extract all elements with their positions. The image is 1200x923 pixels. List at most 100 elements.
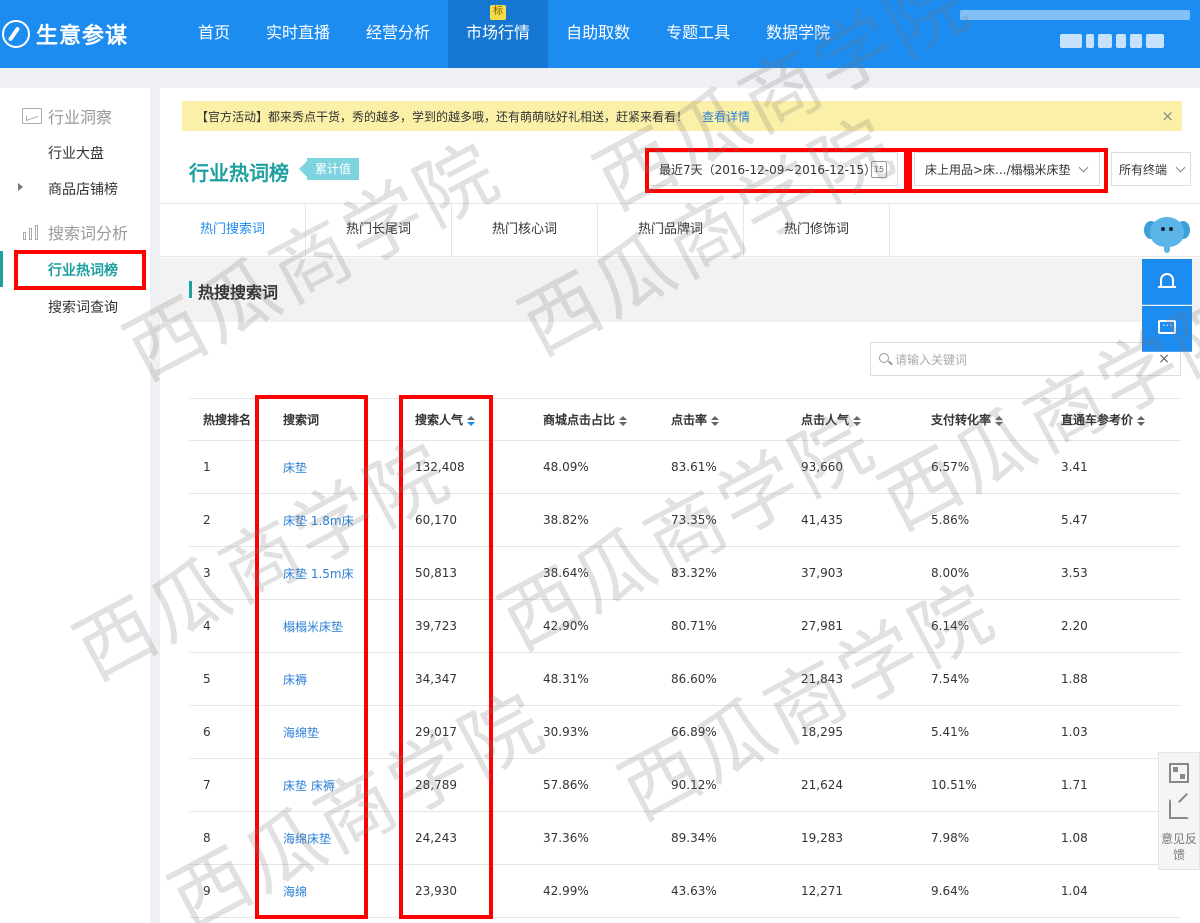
cell-search-popularity: 29,017 bbox=[401, 705, 529, 759]
sort-icon[interactable] bbox=[1137, 415, 1146, 426]
logo-text: 生意参谋 bbox=[36, 24, 129, 49]
col-click-popularity[interactable]: 点击人气 bbox=[787, 398, 917, 441]
date-range-picker[interactable]: 最近7天（2016-12-09~2016-12-15） 15 bbox=[648, 152, 898, 186]
cell-click-popularity: 21,843 bbox=[787, 652, 917, 706]
col-click-rate[interactable]: 点击率 bbox=[657, 398, 787, 441]
cell-rank: 6 bbox=[189, 705, 269, 759]
cell-payment-conversion: 6.57% bbox=[917, 440, 1047, 494]
cell-keyword[interactable]: 床垫 1.8m床 bbox=[269, 493, 401, 547]
search-placeholder: 请输入关键词 bbox=[895, 352, 968, 367]
cell-mall-click-ratio: 30.93% bbox=[529, 705, 657, 759]
user-area-blurred[interactable] bbox=[960, 6, 1190, 56]
cell-click-rate: 83.61% bbox=[657, 440, 787, 494]
sort-icon[interactable] bbox=[853, 415, 862, 426]
sidebar: 行业洞察 行业大盘 商品店铺榜 搜索词分析 行业热词榜 搜索词查询 bbox=[0, 88, 150, 923]
cell-search-popularity: 60,170 bbox=[401, 493, 529, 547]
message-button[interactable] bbox=[1142, 306, 1192, 352]
sidebar-item-search-word-query[interactable]: 搜索词查询 bbox=[48, 297, 118, 317]
mascot-trunk bbox=[1164, 237, 1170, 253]
cell-keyword[interactable]: 海绵 bbox=[269, 864, 401, 918]
terminal-select[interactable]: 所有终端 bbox=[1111, 152, 1191, 186]
cell-keyword[interactable]: 榻榻米床垫 bbox=[269, 599, 401, 653]
side-toolbar: 意见反馈 bbox=[1158, 752, 1200, 870]
nav-market[interactable]: 标 市场行情 bbox=[448, 0, 549, 68]
tab-hot-long-tail-words[interactable]: 热门长尾词 bbox=[306, 204, 452, 256]
sidebar-item-product-shop-rank[interactable]: 商品店铺榜 bbox=[48, 179, 118, 199]
tab-hot-brand-words[interactable]: 热门品牌词 bbox=[598, 204, 744, 256]
table-row: 9 海绵 23,930 42.99% 43.63% 12,271 9.64% 1… bbox=[189, 864, 1181, 918]
col-ztc-price[interactable]: 直通车参考价 bbox=[1047, 398, 1181, 441]
sidebar-item-industry-overview[interactable]: 行业大盘 bbox=[48, 143, 104, 163]
sidebar-group-industry-insight: 行业洞察 bbox=[22, 104, 112, 128]
sidebar-item-industry-hot-words[interactable]: 行业热词榜 bbox=[48, 260, 118, 280]
cell-mall-click-ratio: 38.64% bbox=[529, 546, 657, 600]
cell-mall-click-ratio: 42.90% bbox=[529, 599, 657, 653]
table-row: 3 床垫 1.5m床 50,813 38.64% 83.32% 37,903 8… bbox=[189, 546, 1181, 600]
nav-special-tools[interactable]: 专题工具 bbox=[648, 0, 748, 68]
header-label: 点击人气 bbox=[801, 413, 850, 427]
cell-rank: 7 bbox=[189, 758, 269, 812]
header-label: 商城点击占比 bbox=[543, 413, 616, 427]
nav-data-academy[interactable]: 数据学院 bbox=[748, 0, 848, 68]
compass-icon bbox=[2, 20, 30, 48]
cell-rank: 8 bbox=[189, 811, 269, 865]
category-select[interactable]: 床上用品>床.../榻榻米床垫 bbox=[914, 152, 1100, 186]
main-nav: 首页 实时直播 经营分析 标 市场行情 自助取数 专题工具 数据学院 bbox=[180, 0, 848, 68]
cell-click-rate: 80.71% bbox=[657, 599, 787, 653]
terminal-text: 所有终端 bbox=[1119, 162, 1168, 177]
nav-business-analysis[interactable]: 经营分析 bbox=[348, 0, 448, 68]
cell-rank: 5 bbox=[189, 652, 269, 706]
cell-keyword[interactable]: 床垫 床褥 bbox=[269, 758, 401, 812]
cell-rank: 9 bbox=[189, 864, 269, 918]
cell-keyword[interactable]: 床垫 1.5m床 bbox=[269, 546, 401, 600]
sort-icon[interactable] bbox=[619, 415, 628, 426]
sort-icon[interactable] bbox=[995, 415, 1004, 426]
cell-click-rate: 86.60% bbox=[657, 652, 787, 706]
cell-rank: 2 bbox=[189, 493, 269, 547]
close-icon[interactable]: × bbox=[1161, 107, 1174, 125]
nav-self-service[interactable]: 自助取数 bbox=[548, 0, 648, 68]
tab-hot-core-words[interactable]: 热门核心词 bbox=[452, 204, 598, 256]
caret-right-icon[interactable] bbox=[18, 183, 23, 191]
share-icon[interactable] bbox=[1169, 799, 1189, 819]
header-label: 支付转化率 bbox=[931, 413, 992, 427]
table-row: 7 床垫 床褥 28,789 57.86% 90.12% 21,624 10.5… bbox=[189, 758, 1181, 812]
logo[interactable]: 生意参谋 bbox=[0, 14, 128, 54]
qr-code-icon[interactable] bbox=[1169, 763, 1189, 783]
cell-payment-conversion: 7.98% bbox=[917, 811, 1047, 865]
category-text: 床上用品>床.../榻榻米床垫 bbox=[925, 162, 1071, 177]
cell-keyword[interactable]: 床垫 bbox=[269, 440, 401, 494]
nav-realtime[interactable]: 实时直播 bbox=[248, 0, 348, 68]
cell-click-popularity: 19,283 bbox=[787, 811, 917, 865]
cell-rank: 1 bbox=[189, 440, 269, 494]
feedback-button[interactable]: 意见反馈 bbox=[1159, 831, 1199, 863]
elephant-mascot-icon[interactable] bbox=[1144, 213, 1190, 257]
col-search-popularity[interactable]: 搜索人气 bbox=[401, 398, 529, 441]
nav-home[interactable]: 首页 bbox=[180, 0, 248, 68]
sort-icon[interactable] bbox=[467, 415, 476, 426]
cell-keyword[interactable]: 床褥 bbox=[269, 652, 401, 706]
notification-button[interactable] bbox=[1142, 259, 1192, 305]
tab-hot-modifier-words[interactable]: 热门修饰词 bbox=[744, 204, 890, 256]
cell-payment-conversion: 8.00% bbox=[917, 546, 1047, 600]
clear-icon[interactable]: × bbox=[1158, 351, 1170, 367]
nav-label: 自助取数 bbox=[566, 23, 631, 42]
sort-icon[interactable] bbox=[711, 415, 720, 426]
sidebar-group-label: 行业洞察 bbox=[48, 108, 113, 127]
cell-keyword[interactable]: 海绵床垫 bbox=[269, 811, 401, 865]
cell-payment-conversion: 9.64% bbox=[917, 864, 1047, 918]
keyword-search-input[interactable]: 请输入关键词 × bbox=[870, 342, 1181, 376]
cell-keyword[interactable]: 海绵垫 bbox=[269, 705, 401, 759]
nav-badge: 标 bbox=[490, 5, 507, 20]
nav-label: 数据学院 bbox=[766, 23, 831, 42]
col-mall-click-ratio[interactable]: 商城点击占比 bbox=[529, 398, 657, 441]
search-icon bbox=[879, 353, 889, 363]
cell-click-popularity: 41,435 bbox=[787, 493, 917, 547]
col-payment-conversion[interactable]: 支付转化率 bbox=[917, 398, 1047, 441]
cell-search-popularity: 34,347 bbox=[401, 652, 529, 706]
table-row: 5 床褥 34,347 48.31% 86.60% 21,843 7.54% 1… bbox=[189, 652, 1181, 706]
tab-hot-search-words[interactable]: 热门搜索词 bbox=[160, 204, 306, 256]
cell-search-popularity: 23,930 bbox=[401, 864, 529, 918]
cell-mall-click-ratio: 38.82% bbox=[529, 493, 657, 547]
notice-link[interactable]: 查看详情 bbox=[702, 108, 750, 125]
